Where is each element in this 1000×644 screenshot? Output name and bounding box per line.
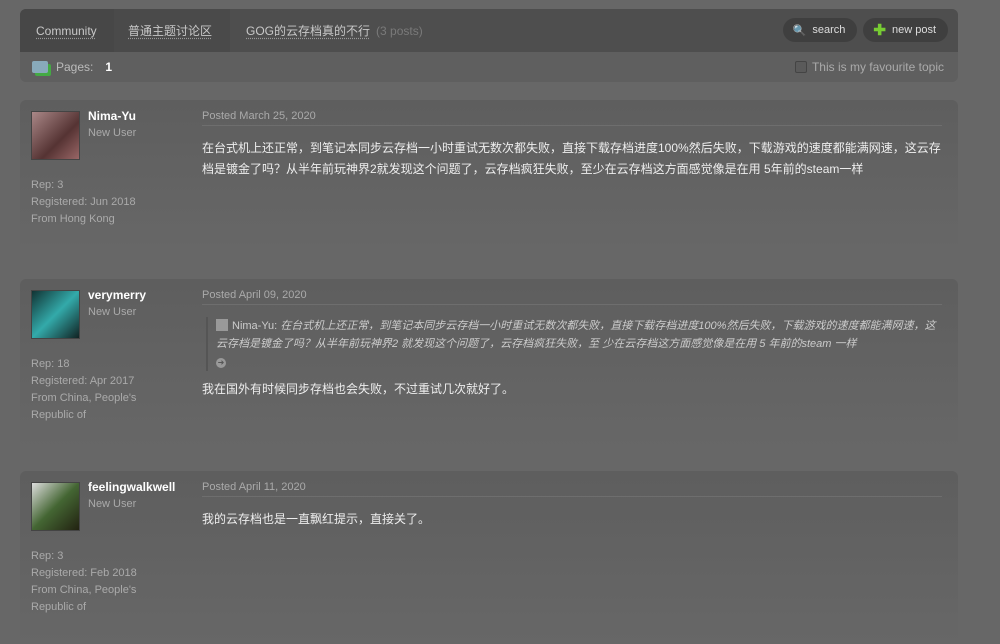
post-count: (3 posts) [376,23,423,38]
quote: Nima-Yu: 在台式机上还正常，到笔记本同步云存档一小时重试无数次都失败，直… [206,317,942,371]
avatar[interactable] [31,111,80,160]
breadcrumb-topic[interactable]: GOG的云存档真的不行 (3 posts) [230,9,439,52]
favourite-toggle[interactable]: This is my favourite topic [794,60,944,74]
post-date: Posted March 25, 2020 [202,110,316,122]
search-button[interactable]: 🔍 search [782,18,858,42]
avatar[interactable] [31,290,80,339]
favourite-checkbox[interactable] [794,61,807,73]
new-post-button[interactable]: ✚ new post [863,18,948,42]
pages-icon [32,61,48,73]
username[interactable]: feelingwalkwell [88,480,175,494]
page-1[interactable]: 1 [105,60,112,74]
post: feelingwalkwell New User Rep: 3 Registere… [20,471,958,644]
quote-avatar [216,319,228,331]
search-icon: 🔍 [792,24,807,37]
post: verymerry New User Rep: 18 Registered: Ap… [20,279,958,449]
go-to-quote-icon[interactable]: ➜ [216,358,226,368]
breadcrumb: Community 普通主题讨论区 GOG的云存档真的不行 (3 posts) 🔍… [20,9,958,52]
topic-header: Community 普通主题讨论区 GOG的云存档真的不行 (3 posts) 🔍… [20,9,958,82]
username[interactable]: Nima-Yu [88,109,136,123]
post-body: Nima-Yu: 在台式机上还正常，到笔记本同步云存档一小时重试无数次都失败，直… [202,304,942,400]
post-date: Posted April 09, 2020 [202,289,307,301]
username[interactable]: verymerry [88,288,146,302]
post-body: 我的云存档也是一直飘红提示，直接关了。 [202,496,942,530]
post: Nima-Yu New User Rep: 3 Registered: Jun 2… [20,100,958,250]
breadcrumb-forum[interactable]: 普通主题讨论区 [114,9,230,52]
plus-icon: ✚ [873,22,886,39]
avatar[interactable] [31,482,80,531]
post-body: 在台式机上还正常，到笔记本同步云存档一小时重试无数次都失败，直接下载存档进度10… [202,125,942,180]
breadcrumb-community[interactable]: Community [20,9,114,52]
post-date: Posted April 11, 2020 [202,481,306,493]
pagination-bar: Pages: 1 This is my favourite topic [20,52,958,82]
